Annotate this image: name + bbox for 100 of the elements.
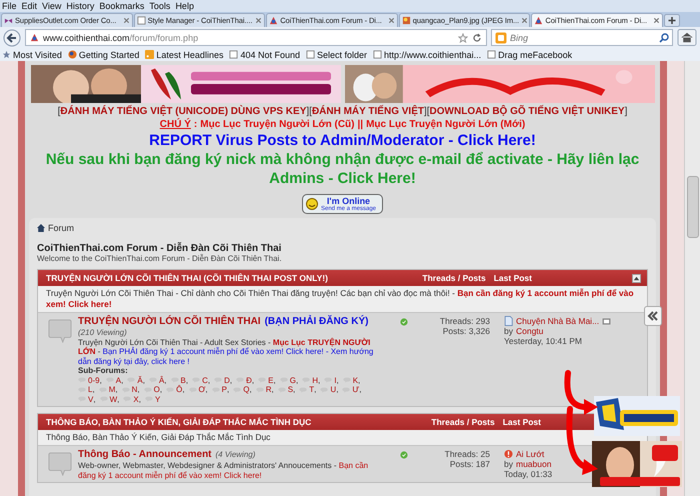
address-field[interactable]: www.coithienthai.com/forum/forum.php <box>25 29 487 46</box>
subforums-label: Sub-Forums: <box>78 366 129 376</box>
go-to-post-icon[interactable] <box>602 318 612 324</box>
bookmark-item[interactable]: Most Visited <box>2 50 62 60</box>
comma-text: , <box>138 394 141 404</box>
subforum-link[interactable]: Ô <box>176 385 182 394</box>
board-note-link[interactable]: (BẠN PHẢI ĐĂNG KÝ) <box>264 317 368 326</box>
comma-text: , <box>100 376 102 385</box>
scrollbar[interactable] <box>684 61 700 496</box>
welcome-text: Welcome to the CoiThienThai.com Forum - Diễn Đàn Cõi Thiên Thai. <box>37 254 283 263</box>
comma-text: , <box>117 394 120 404</box>
last-post-link[interactable]: Ai Lướt <box>516 449 544 459</box>
subforum-link[interactable]: Y <box>154 394 160 404</box>
bookmark-star-icon <box>2 50 11 59</box>
subforum-link[interactable]: Q <box>243 385 250 394</box>
search-icon[interactable] <box>659 32 669 42</box>
comma-text: , <box>186 376 188 385</box>
subforum-link[interactable]: X <box>133 394 139 404</box>
subforum-link[interactable]: W <box>110 394 118 404</box>
subforum-link[interactable]: Ơ <box>198 385 206 394</box>
subforum-link[interactable]: T <box>309 385 314 394</box>
search-engine-icon[interactable] <box>495 32 507 44</box>
username-link[interactable]: Congtu <box>516 326 544 336</box>
comma-text: , <box>293 385 296 394</box>
bookmark-item[interactable]: Select folder <box>306 50 368 60</box>
close-icon[interactable] <box>388 17 395 24</box>
bracket-text: ] <box>624 106 628 117</box>
subforum-link[interactable]: K <box>352 376 358 385</box>
post-time: Today, 01:33 <box>504 469 552 479</box>
collapse-sidebar-button[interactable] <box>644 306 662 326</box>
subforum-link[interactable]: E <box>268 376 274 385</box>
image-icon <box>402 16 411 25</box>
subforum-link[interactable]: M <box>108 385 116 394</box>
close-icon[interactable] <box>122 17 130 24</box>
subforum-link[interactable]: Ư <box>352 385 360 394</box>
subforum-link[interactable]: 0-9 <box>88 376 100 385</box>
menu-item[interactable]: View <box>40 0 64 12</box>
home-button[interactable] <box>677 29 697 46</box>
bookmark-item[interactable]: Getting Started <box>68 50 140 60</box>
header-link[interactable]: ĐÁNH MÁY TIẾNG VIỆT (UNICODE) DÙNG VPS KEY <box>60 106 306 117</box>
reload-icon[interactable] <box>472 32 482 42</box>
subforum-link[interactable]: S <box>288 385 294 394</box>
last-post-link[interactable]: Chuyện Nhà Bà Mai... <box>516 316 600 326</box>
bookmark-item[interactable]: Drag meFacebook <box>487 50 572 60</box>
subforum-link[interactable]: H <box>312 376 318 385</box>
subforum-link[interactable]: Â <box>158 376 164 385</box>
subforum-link[interactable]: Đ <box>246 376 252 385</box>
subforum-link[interactable]: U <box>330 385 336 394</box>
star-icon[interactable] <box>458 32 468 42</box>
subforum-link[interactable]: B <box>180 376 186 385</box>
bookmark-item[interactable]: Latest Headlines <box>145 50 224 60</box>
username-link[interactable]: muabuon <box>516 459 552 469</box>
board-title-link[interactable]: TRUYỆN NGƯỜI LỚN CÕI THIÊN THAI <box>78 316 261 328</box>
comma-text: , <box>205 385 208 394</box>
scrollbar-thumb[interactable] <box>687 176 699 238</box>
subforum-link[interactable]: C <box>202 376 208 385</box>
close-icon[interactable] <box>521 17 528 24</box>
menu-item[interactable]: File <box>0 0 20 12</box>
bookmark-item[interactable]: http://www.coithienthai... <box>373 50 482 60</box>
subforum-link[interactable]: O <box>154 385 160 394</box>
subforum-link[interactable]: I <box>334 376 336 385</box>
page-icon <box>373 50 382 59</box>
header-link[interactable]: DOWNLOAD BỘ GÕ TIẾNG VIỆT UNIKEY <box>430 106 625 117</box>
subforum-link[interactable]: D <box>224 376 230 385</box>
menu-item[interactable]: History <box>64 0 98 12</box>
search-field[interactable]: Bing <box>491 29 673 46</box>
header-link[interactable]: ĐÁNH MÁY TIẾNG VIỆT <box>312 106 424 117</box>
notice-link[interactable]: Mục Lục Truyện Người Lớn (Cũ) <box>200 119 354 130</box>
comma-text: , <box>230 376 232 385</box>
menu-item[interactable]: Edit <box>20 0 40 12</box>
check-icon <box>400 451 408 459</box>
document-icon <box>504 316 513 326</box>
subforum-link[interactable]: P <box>222 385 227 394</box>
by-label: by <box>504 459 513 469</box>
close-icon[interactable] <box>255 17 262 24</box>
menu-item[interactable]: Bookmarks <box>97 0 148 12</box>
close-icon[interactable] <box>652 17 660 24</box>
menu-item[interactable]: Tools <box>147 0 174 12</box>
subforum-link[interactable]: N <box>132 385 138 394</box>
comma-text: , <box>314 385 316 394</box>
category-title-link[interactable]: TRUYỆN NGƯỜI LỚN CÕI THIÊN THAI (CÕI THIÊN THAI POST ONLY!) <box>46 273 422 283</box>
report-link[interactable]: REPORT Virus Posts to Admin/Moderator - Click Here! <box>149 132 536 149</box>
subforum-link[interactable]: A <box>116 376 122 385</box>
comma-text: , <box>137 385 140 394</box>
breadcrumb-link[interactable]: Forum <box>37 223 74 233</box>
check-icon <box>400 318 408 326</box>
notice-link[interactable]: Mục Lục Truyện Người Lớn (Mới) <box>366 119 526 130</box>
subforum-link[interactable]: Ă <box>137 376 143 385</box>
bookmark-item[interactable]: 404 Not Found <box>229 50 300 60</box>
board-title-link[interactable]: Thông Báo - Announcement <box>78 449 212 461</box>
subforum-link[interactable]: L <box>88 385 92 394</box>
new-tab-button[interactable] <box>664 14 680 27</box>
category-title-link[interactable]: THÔNG BÁO, BÀN THẢO Ý KIẾN, GIẢI ĐÁP THẮC MẮC TÌNH DỤC <box>46 417 432 427</box>
subforum-link[interactable]: V <box>88 394 94 404</box>
subforum-link[interactable]: G <box>290 376 296 385</box>
collapse-icon[interactable] <box>632 274 641 282</box>
subforum-link[interactable]: R <box>266 385 272 394</box>
menu-item[interactable]: Help <box>173 0 197 12</box>
double-chevron-icon <box>647 310 659 322</box>
back-button[interactable] <box>3 28 21 46</box>
